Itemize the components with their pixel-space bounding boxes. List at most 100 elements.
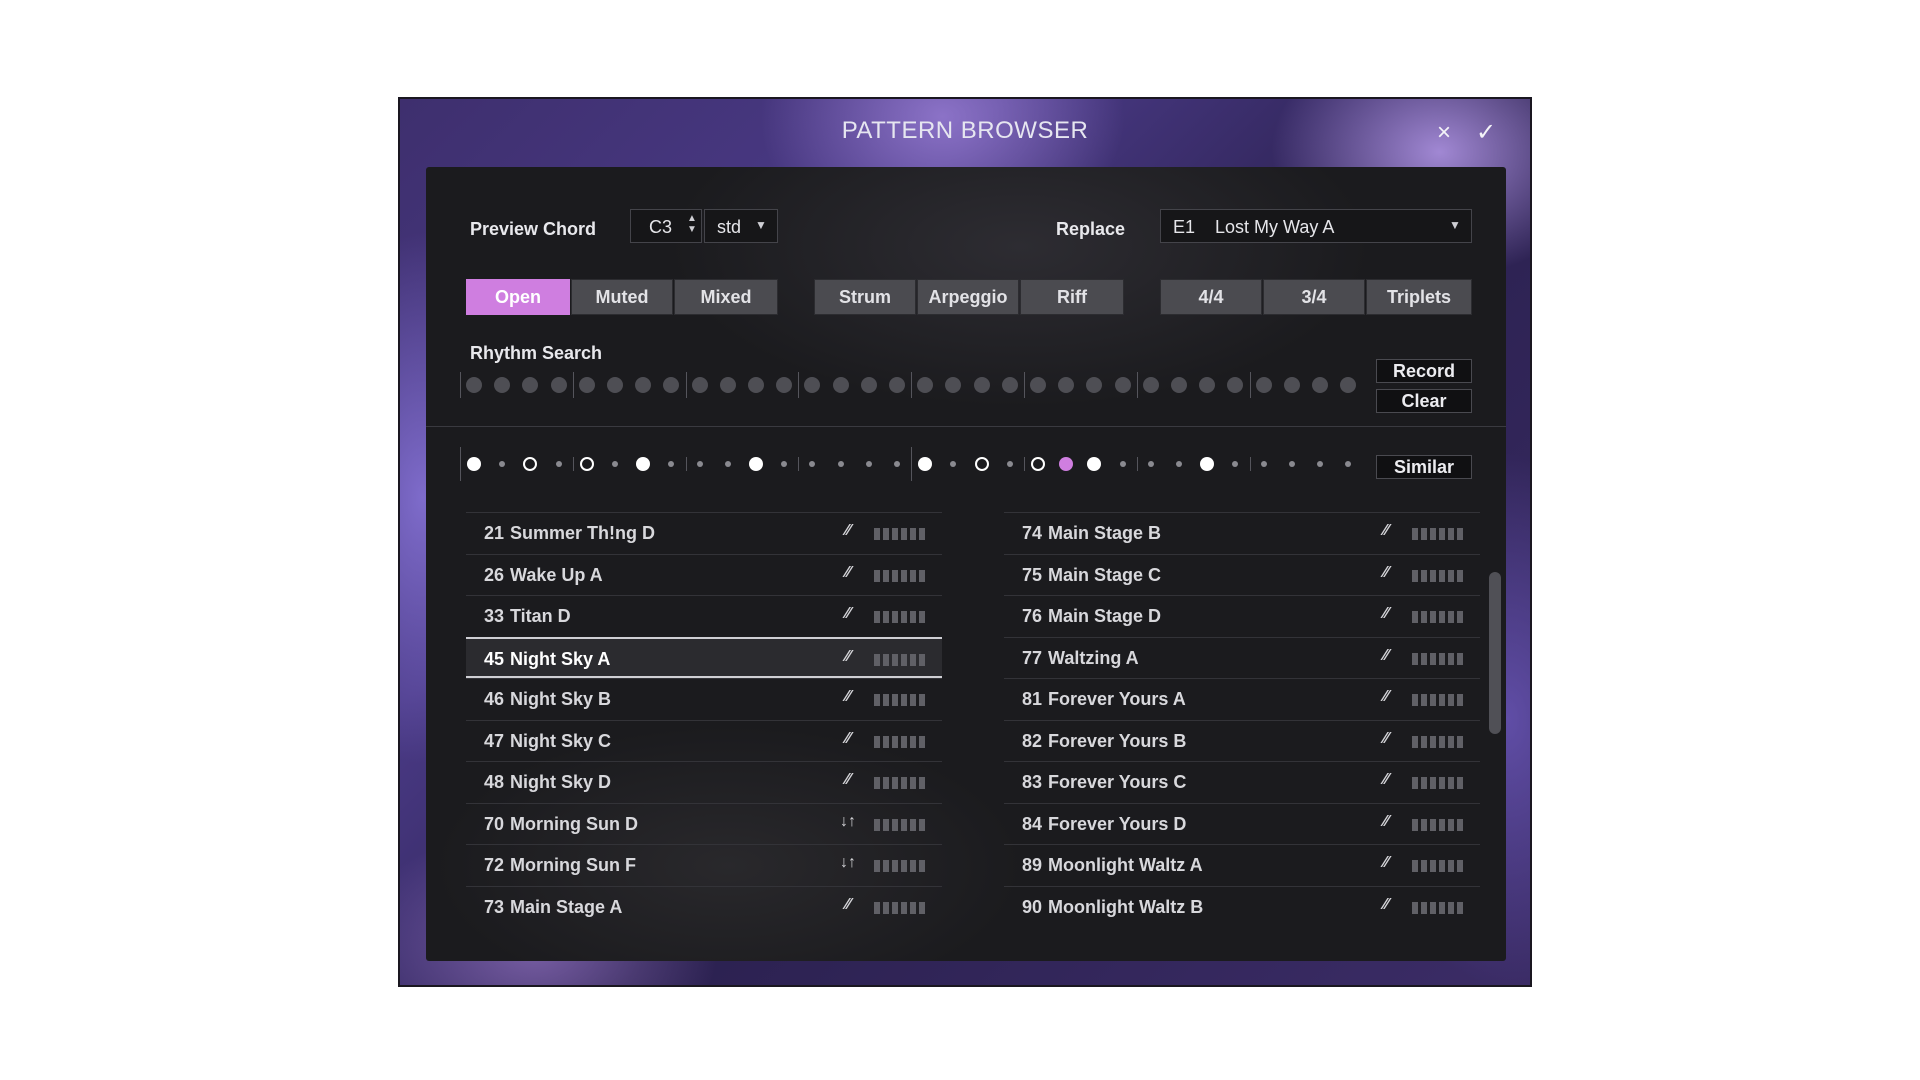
pattern-number: 83 [1021,772,1042,792]
preview-chord-label: Preview Chord [470,219,597,239]
rhythm-search-grid[interactable] [460,368,1394,402]
search-step[interactable] [635,377,652,393]
search-step[interactable] [578,377,595,393]
pattern-row[interactable]: 89 Moonlight Waltz A ⁄⁄ [1004,844,1480,885]
strum-icon: ⁄⁄ [1383,895,1389,913]
filter-strum-button[interactable]: Strum [814,279,916,315]
pattern-row[interactable]: 77 Waltzing A ⁄⁄ [1004,636,1480,678]
filter-mixed-button[interactable]: Mixed [674,279,778,315]
search-step[interactable] [1340,377,1357,393]
search-step[interactable] [1312,377,1328,393]
search-step[interactable] [1058,377,1075,393]
search-step[interactable] [860,377,877,393]
pattern-row[interactable]: 26 Wake Up A ⁄⁄ [466,553,942,595]
pattern-number: 21 [483,523,504,543]
pattern-row[interactable]: 70 Morning Sun D ↓↑ [466,802,942,844]
preview-note-stepper[interactable]: C3 ▲ ▼ [630,209,702,243]
level-meter [1412,777,1470,789]
confirm-icon[interactable]: ✓ [1472,119,1500,147]
filter-triplets-button[interactable]: Triplets [1366,279,1472,315]
filter-riff-button[interactable]: Riff [1020,279,1124,315]
pattern-step-small [809,461,816,467]
pattern-row[interactable]: 82 Forever Yours B ⁄⁄ [1004,719,1480,761]
record-button[interactable]: Record [1376,359,1472,383]
strum-icon: ⁄⁄ [845,729,851,747]
level-meter [874,653,932,666]
pattern-row[interactable]: 46 Night Sky B ⁄⁄ [466,678,942,719]
search-step[interactable] [945,377,962,393]
level-meter [874,569,932,582]
search-step[interactable] [466,377,482,393]
pattern-number: 89 [1021,855,1042,875]
pattern-row[interactable]: 76 Main Stage D ⁄⁄ [1004,595,1480,636]
pattern-number: 73 [483,896,504,917]
pattern-row[interactable]: 90 Moonlight Waltz B ⁄⁄ [1004,885,1480,927]
search-step[interactable] [973,377,990,393]
section-divider [426,426,1506,427]
pattern-row[interactable]: 21 Summer Th!ng D ⁄⁄ [466,512,942,553]
search-step[interactable] [550,377,567,393]
filter-open-button[interactable]: Open [466,279,570,315]
voicing-dropdown[interactable]: std ▼ [704,209,778,243]
search-step[interactable] [917,377,934,393]
voicing-value: std [717,217,742,237]
pattern-step-filled [1087,457,1102,471]
search-step[interactable] [719,377,736,393]
beat-divider [798,372,800,398]
search-step[interactable] [832,377,849,393]
search-step[interactable] [1255,377,1272,393]
filter-3-4-button[interactable]: 3/4 [1263,279,1365,315]
pattern-row[interactable]: 75 Main Stage C ⁄⁄ [1004,553,1480,595]
search-step[interactable] [1142,377,1159,393]
pattern-row[interactable]: 47 Night Sky C ⁄⁄ [466,719,942,761]
pattern-row[interactable]: 81 Forever Yours A ⁄⁄ [1004,678,1480,719]
pattern-row[interactable]: 45 Night Sky A ⁄⁄ [466,636,942,678]
pattern-row[interactable]: 48 Night Sky D ⁄⁄ [466,761,942,802]
clear-button[interactable]: Clear [1376,389,1472,413]
search-step[interactable] [804,377,821,393]
search-step[interactable] [607,377,623,393]
pattern-row[interactable]: 72 Morning Sun F ↓↑ [466,844,942,885]
replace-dropdown[interactable]: E1 Lost My Way A ▼ [1160,209,1472,243]
beat-divider [1136,457,1138,471]
stepper-arrows-icon[interactable]: ▲ ▼ [687,213,697,235]
filter-4-4-button[interactable]: 4/4 [1160,279,1262,315]
search-step[interactable] [1001,377,1018,393]
search-step[interactable] [889,377,905,393]
beat-divider [572,457,574,471]
level-meter [874,901,932,914]
up-down-strum-icon: ↓↑ [840,812,856,830]
pattern-number: 46 [483,689,504,709]
pattern-step-accent [1059,457,1074,471]
search-step[interactable] [522,377,539,393]
scrollbar-thumb[interactable] [1489,572,1501,734]
search-step[interactable] [748,377,764,393]
pattern-row[interactable]: 74 Main Stage B ⁄⁄ [1004,512,1480,553]
filter-muted-button[interactable]: Muted [571,279,673,315]
search-step[interactable] [663,377,680,393]
search-step[interactable] [1283,377,1300,393]
search-step[interactable] [1199,377,1216,393]
search-step[interactable] [1227,377,1244,393]
search-step[interactable] [1030,377,1046,393]
search-step[interactable] [776,377,793,393]
pattern-number: 70 [483,813,504,834]
search-step[interactable] [1086,377,1103,393]
level-meter [1412,694,1470,706]
pattern-step-small [950,461,957,467]
search-step[interactable] [1114,377,1131,393]
search-step[interactable] [1171,377,1187,393]
pattern-step-filled [918,457,933,471]
pattern-row[interactable]: 84 Forever Yours D ⁄⁄ [1004,802,1480,844]
pattern-step-small [668,461,675,467]
pattern-row[interactable]: 73 Main Stage A ⁄⁄ [466,885,942,927]
close-icon[interactable]: × [1430,119,1458,147]
search-step[interactable] [691,377,708,393]
pattern-name: Moonlight Waltz B [1048,896,1204,917]
search-step[interactable] [494,377,511,393]
similar-button[interactable]: Similar [1376,455,1472,479]
pattern-row[interactable]: 83 Forever Yours C ⁄⁄ [1004,761,1480,802]
pattern-step-hollow [579,457,594,471]
pattern-row[interactable]: 33 Titan D ⁄⁄ [466,595,942,636]
filter-arpeggio-button[interactable]: Arpeggio [917,279,1019,315]
